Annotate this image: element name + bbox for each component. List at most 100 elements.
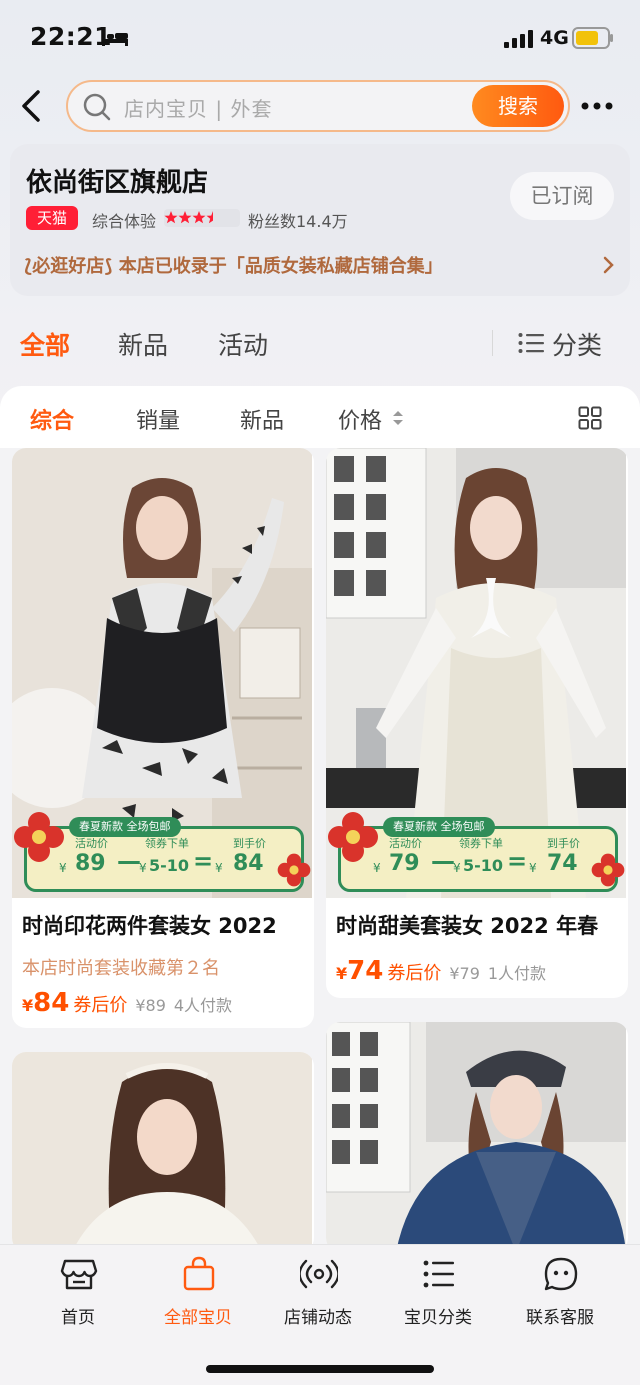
chat-icon xyxy=(544,1257,578,1291)
promo-tag: 春夏新款 全场包邮 xyxy=(69,817,181,837)
shop-recommendation[interactable]: ⟅必逛好店⟆ 本店已收录于「品质女装私藏店铺合集」 xyxy=(24,252,443,278)
nav-label: 全部宝贝 xyxy=(164,1308,232,1328)
final-price: 84 xyxy=(233,851,264,876)
coupon-value: 5-10 xyxy=(463,856,504,875)
product-image[interactable] xyxy=(12,1052,312,1252)
sort-overall[interactable]: 综合 xyxy=(30,403,74,435)
category-list-icon[interactable] xyxy=(518,332,544,354)
price-value: 74 xyxy=(347,956,384,986)
bottom-navigation: 首页 全部宝贝 店铺动态 宝贝分类 联系客服 xyxy=(0,1244,640,1385)
status-time: 22:21 xyxy=(30,22,113,51)
final-price-label: 到手价 xyxy=(547,837,580,850)
rating-stars xyxy=(164,209,240,227)
chevron-right-icon[interactable] xyxy=(602,256,616,274)
sort-price[interactable]: 价格 xyxy=(338,403,382,435)
product-content: 综合 销量 新品 价格 春夏新款 全场包邮 活动价 ¥ 89 — 领券下单 ¥ … xyxy=(0,386,640,1385)
price-currency: ¥ xyxy=(336,964,348,983)
final-price-label: 到手价 xyxy=(233,837,266,850)
sort-arrows-icon xyxy=(393,411,403,425)
list-icon xyxy=(423,1260,454,1288)
category-button[interactable]: 分类 xyxy=(552,326,602,362)
product-card[interactable]: 春夏新款 全场包邮 活动价 ¥ 79 — 领券下单 ¥ 5-10 = 到手价 ¥… xyxy=(326,448,628,998)
product-title[interactable]: 时尚甜美套装女 2022 年春 xyxy=(336,910,598,940)
broadcast-icon xyxy=(300,1259,338,1289)
activity-price-label: 活动价 xyxy=(389,837,422,850)
battery-icon xyxy=(572,27,613,49)
nav-all-items[interactable]: 全部宝贝 xyxy=(138,1255,258,1335)
flower-icon xyxy=(591,853,625,887)
equals-sign: = xyxy=(507,847,528,875)
status-bar: 22:21 4G xyxy=(0,0,640,76)
more-icon[interactable] xyxy=(580,96,614,116)
price-row: ¥74 券后价 ¥79 1人付款 xyxy=(336,956,546,986)
equals-sign: = xyxy=(193,847,214,875)
product-card[interactable] xyxy=(326,1022,628,1252)
price-tag: 券后价 xyxy=(73,995,128,1016)
shop-name[interactable]: 依尚街区旗舰店 xyxy=(26,162,208,199)
currency-symbol: ¥ xyxy=(139,861,147,875)
coupon-label: 领券下单 xyxy=(459,837,503,850)
payers-count: 4人付款 xyxy=(173,996,233,1015)
promo-banner: 春夏新款 全场包邮 活动价 ¥ 79 — 领券下单 ¥ 5-10 = 到手价 ¥… xyxy=(328,812,625,892)
product-rank: 本店时尚套装收藏第２名 xyxy=(22,958,220,979)
product-card[interactable] xyxy=(12,1052,314,1252)
sort-bar: 综合 销量 新品 价格 xyxy=(0,386,640,448)
subscribe-button[interactable]: 已订阅 xyxy=(510,172,614,220)
shop-info-card: 依尚街区旗舰店 天猫 综合体验 粉丝数14.4万 已订阅 ⟅必逛好店⟆ 本店已收… xyxy=(10,144,630,296)
nav-label: 宝贝分类 xyxy=(404,1308,472,1328)
tab-divider xyxy=(492,330,493,356)
nav-home[interactable]: 首页 xyxy=(18,1255,138,1335)
currency-symbol: ¥ xyxy=(215,861,223,875)
search-button[interactable]: 搜索 xyxy=(472,85,564,127)
payers-count: 1人付款 xyxy=(487,964,547,983)
price-value: 84 xyxy=(33,988,70,1018)
recommend-text: 本店已收录于「品质女装私藏店铺合集」 xyxy=(118,256,443,277)
sleep-mode-icon xyxy=(102,32,128,46)
tab-new[interactable]: 新品 xyxy=(118,326,168,362)
grid-view-icon[interactable] xyxy=(578,406,602,430)
fans-count: 粉丝数14.4万 xyxy=(248,212,348,231)
shop-icon xyxy=(60,1259,98,1290)
promo-banner: 春夏新款 全场包邮 活动价 ¥ 89 — 领券下单 ¥ 5-10 = 到手价 ¥… xyxy=(14,812,311,892)
network-type: 4G xyxy=(540,27,569,49)
nav-shop-feed[interactable]: 店铺动态 xyxy=(258,1255,378,1335)
currency-symbol: ¥ xyxy=(529,861,537,875)
product-image[interactable] xyxy=(326,1022,626,1252)
original-price: ¥89 xyxy=(135,996,166,1015)
nav-label: 店铺动态 xyxy=(284,1308,352,1328)
tab-all[interactable]: 全部 xyxy=(20,326,70,362)
promo-tag: 春夏新款 全场包邮 xyxy=(383,817,495,837)
search-icon xyxy=(83,93,111,121)
signal-icon xyxy=(504,30,533,48)
activity-price: 89 xyxy=(75,851,106,876)
minus-sign: — xyxy=(431,847,455,875)
price-currency: ¥ xyxy=(22,996,34,1015)
recommend-badge: ⟅必逛好店⟆ xyxy=(24,256,113,277)
flower-icon xyxy=(328,812,378,862)
price-tag: 券后价 xyxy=(387,963,442,984)
sort-new[interactable]: 新品 xyxy=(240,403,284,435)
nav-customer-service[interactable]: 联系客服 xyxy=(500,1255,620,1335)
bag-icon xyxy=(183,1256,215,1291)
price-row: ¥84 券后价 ¥89 4人付款 xyxy=(22,988,232,1018)
original-price: ¥79 xyxy=(449,964,480,983)
back-icon[interactable] xyxy=(18,88,48,124)
currency-symbol: ¥ xyxy=(59,861,67,875)
nav-label: 联系客服 xyxy=(526,1308,594,1328)
currency-symbol: ¥ xyxy=(453,861,461,875)
search-input[interactable]: 店内宝贝 | 外套 xyxy=(124,93,272,122)
flower-icon xyxy=(14,812,64,862)
final-price: 74 xyxy=(547,851,578,876)
nav-categories[interactable]: 宝贝分类 xyxy=(378,1255,498,1335)
flower-icon xyxy=(277,853,311,887)
product-card[interactable]: 春夏新款 全场包邮 活动价 ¥ 89 — 领券下单 ¥ 5-10 = 到手价 ¥… xyxy=(12,448,314,1028)
coupon-value: 5-10 xyxy=(149,856,190,875)
coupon-label: 领券下单 xyxy=(145,837,189,850)
nav-label: 首页 xyxy=(61,1308,95,1328)
sort-sales[interactable]: 销量 xyxy=(136,403,180,435)
search-bar[interactable]: 店内宝贝 | 外套 搜索 xyxy=(66,80,570,132)
tab-activity[interactable]: 活动 xyxy=(218,326,268,362)
activity-price: 79 xyxy=(389,851,420,876)
home-indicator[interactable] xyxy=(206,1365,434,1373)
product-title[interactable]: 时尚印花两件套装女 2022 xyxy=(22,910,277,940)
